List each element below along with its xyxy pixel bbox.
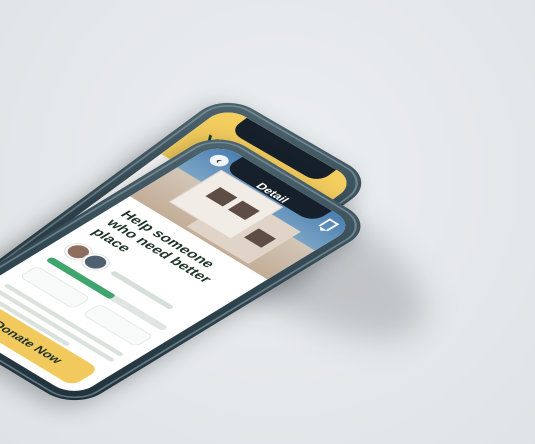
front-phone-screen: ‹ Detail Help someone who need better pl… — [0, 142, 357, 398]
stat-box — [19, 265, 92, 310]
stat-box — [81, 303, 155, 348]
mockup-stage: Yo — [0, 0, 535, 444]
